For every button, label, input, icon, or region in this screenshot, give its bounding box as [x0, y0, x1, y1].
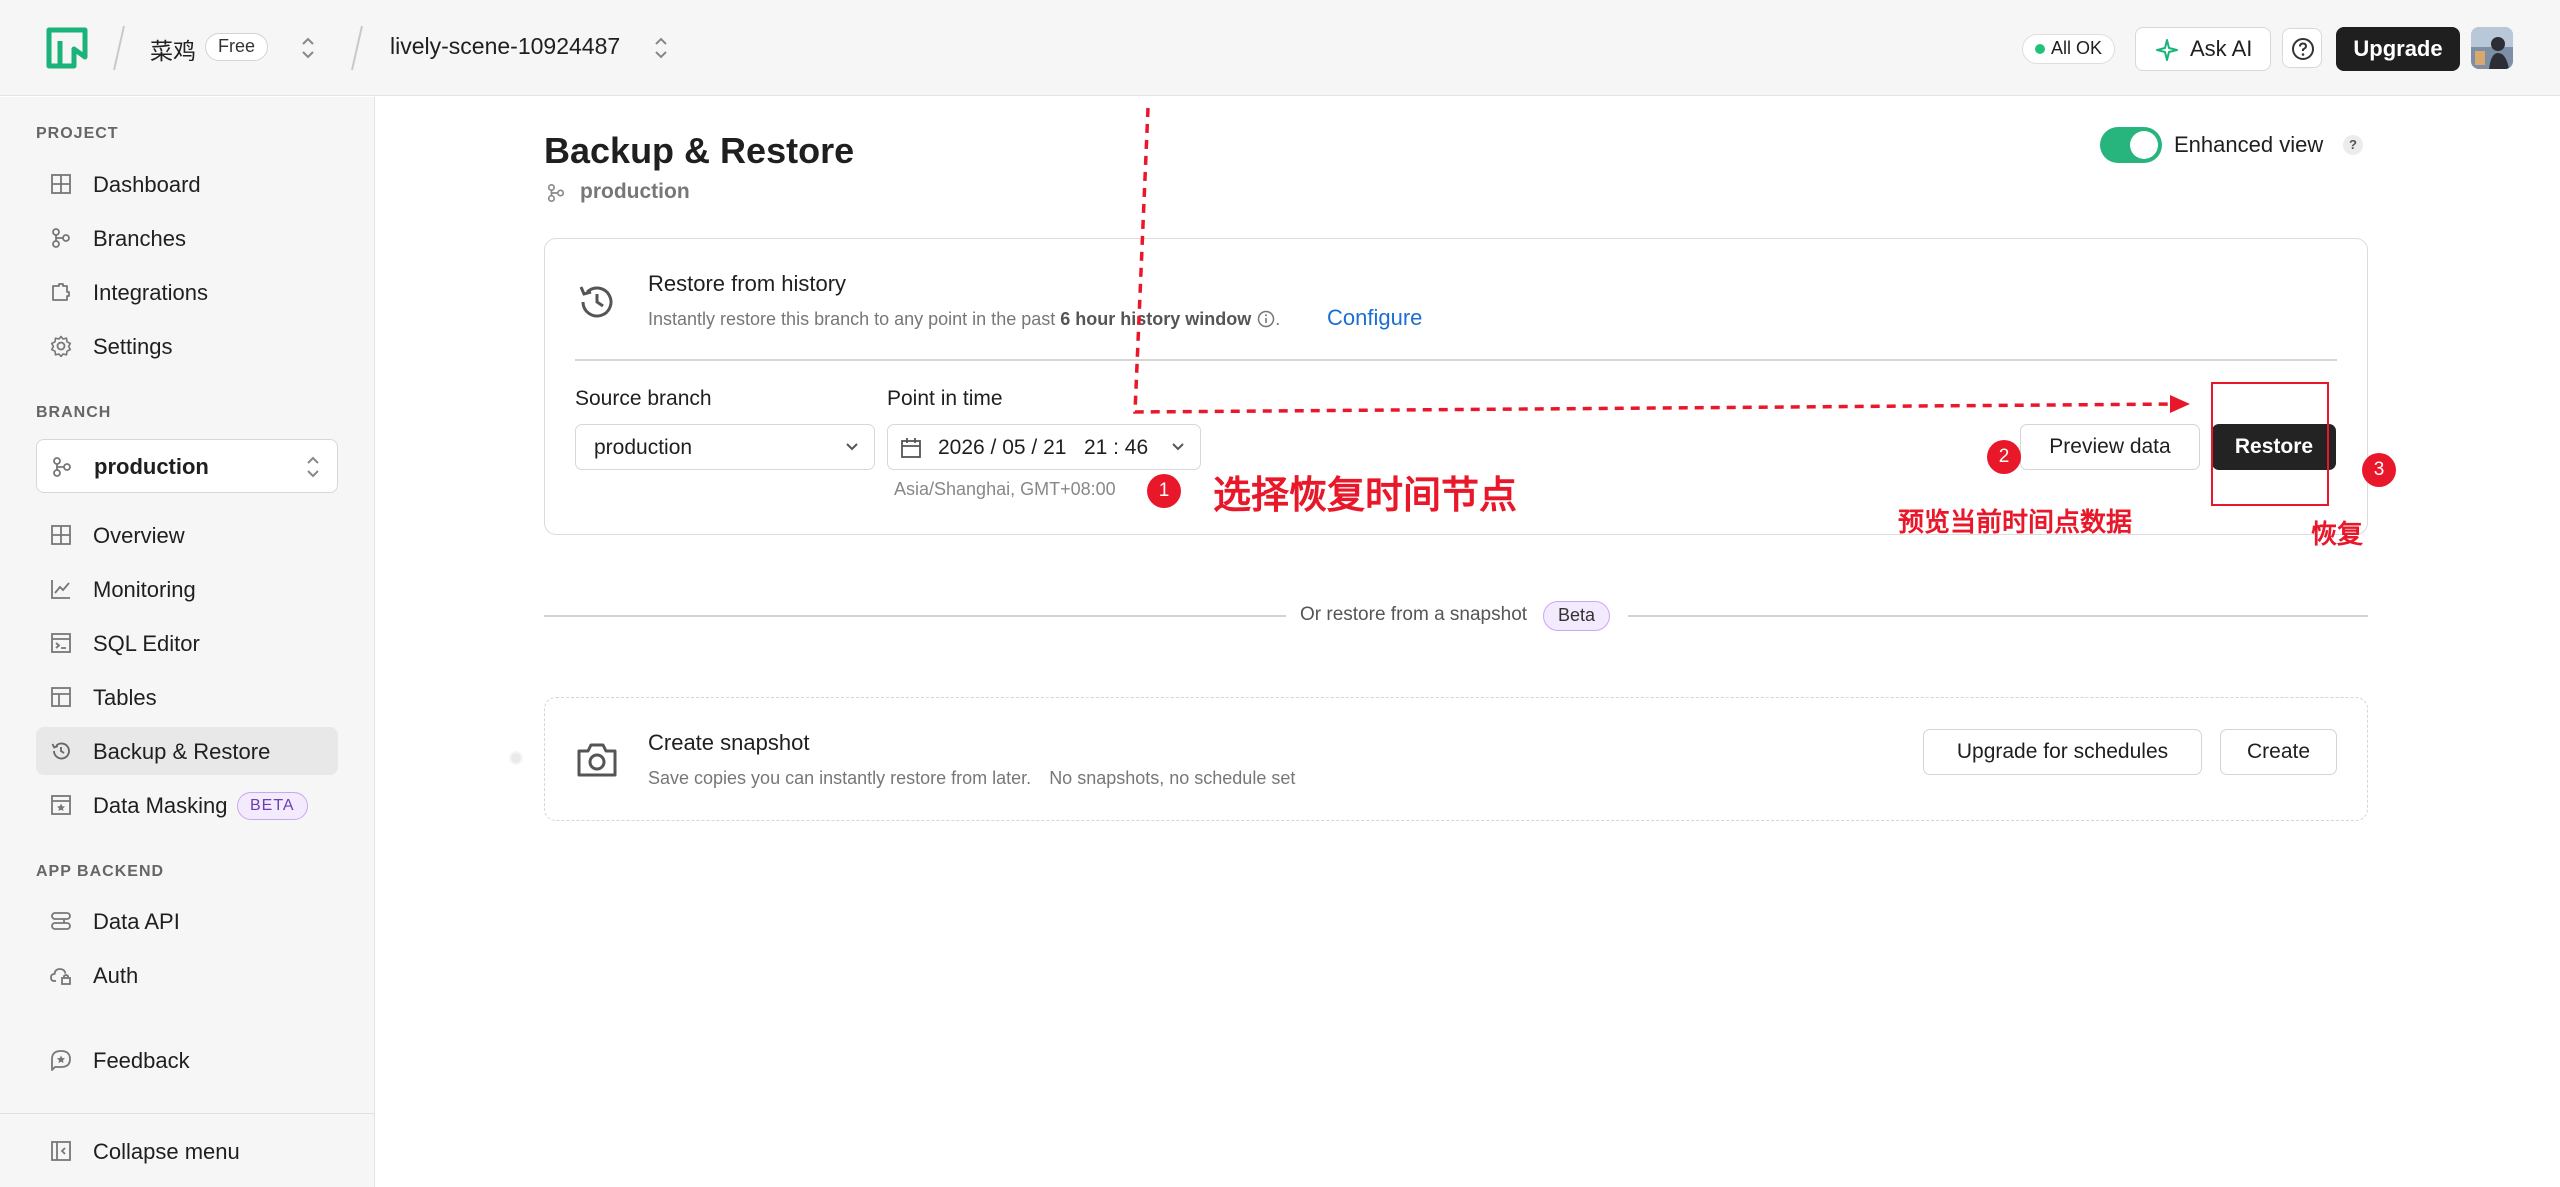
annotation-badge-2: 2	[1987, 440, 2021, 474]
annotation-overlay	[1133, 107, 2329, 506]
annotation-text-2: 预览当前时间点数据	[1898, 507, 2133, 537]
annotation-badge-1: 1	[1147, 474, 1181, 508]
annotation-badge-3: 3	[2362, 453, 2396, 487]
annotation-text-3: 恢复	[2311, 519, 2364, 549]
annotation-text-1: 选择恢复时间节点	[1213, 475, 1518, 517]
